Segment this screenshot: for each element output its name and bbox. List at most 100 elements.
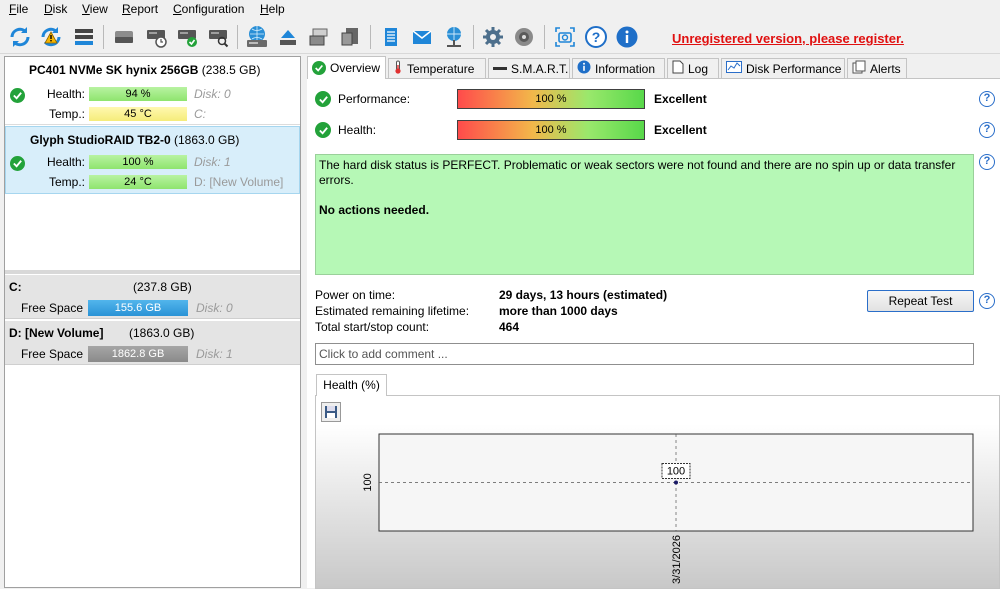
health-bar: 100 % (457, 120, 645, 140)
eject-icon[interactable] (274, 23, 302, 51)
disk-list-icon[interactable] (70, 23, 98, 51)
disk-check-icon[interactable] (173, 23, 201, 51)
status-actions: No actions needed. (319, 203, 430, 217)
refresh-icon[interactable] (6, 23, 34, 51)
repeat-test-button[interactable]: Repeat Test (867, 290, 974, 312)
disk-drive-icon[interactable] (336, 23, 364, 51)
tab-label: Disk Performance (746, 61, 842, 76)
volume-size: (237.8 GB) (133, 280, 192, 294)
temp-label: Temp.: (48, 107, 85, 121)
volume-letter: D: (194, 175, 206, 189)
volume-disk: Disk: 0 (196, 301, 233, 315)
menu-bar: File Disk View Report Configuration Help (0, 0, 1000, 20)
register-link[interactable]: Unregistered version, please register. (672, 31, 904, 46)
temp-bar: 45 °C (89, 107, 187, 121)
disk-search-icon[interactable] (204, 23, 232, 51)
settings-icon[interactable] (479, 23, 507, 51)
comment-input[interactable]: Click to add comment ... (315, 343, 974, 365)
chart-icon (726, 61, 742, 76)
menu-help[interactable]: Help (260, 2, 285, 16)
volume-size: (1863.0 GB) (129, 326, 195, 340)
temp-bar: 24 °C (89, 175, 187, 189)
health-bar: 100 % (89, 155, 187, 169)
hdd-globe-icon[interactable] (243, 23, 271, 51)
disk-volume: D: [New Volume] (194, 175, 283, 189)
toolbar: ? Unregistered version, please register. (0, 20, 1000, 54)
info-icon (577, 60, 591, 77)
tab-information[interactable]: Information (572, 58, 665, 78)
tab-log[interactable]: Log (667, 58, 719, 78)
network-icon[interactable] (440, 23, 468, 51)
data-label: 100 (667, 466, 685, 478)
disk-name: PC401 NVMe SK hynix 256GB (29, 63, 199, 77)
disk-item-selected[interactable]: Glyph StudioRAID TB2-0 (1863.0 GB) Healt… (5, 126, 300, 194)
check-icon (312, 61, 326, 75)
thermometer-icon (393, 60, 403, 77)
tab-label: Information (595, 61, 656, 76)
status-description: The hard disk status is PERFECT. Problem… (319, 158, 956, 187)
help-icon[interactable]: ? (979, 154, 995, 170)
panel-splitter[interactable] (5, 270, 300, 274)
tab-temperature[interactable]: Temperature (388, 58, 486, 78)
svg-text:?: ? (592, 29, 601, 45)
performance-ok-icon (315, 91, 331, 107)
performance-status: Excellent (654, 92, 707, 106)
disk-item[interactable]: PC401 NVMe SK hynix 256GB (238.5 GB) Hea… (5, 57, 300, 125)
menu-file[interactable]: File (9, 2, 28, 16)
info-icon[interactable] (613, 23, 641, 51)
volume-item[interactable]: D: [New Volume] (1863.0 GB) Free Space 1… (5, 321, 300, 365)
tab-label: Log (688, 61, 709, 76)
health-label: Health: (46, 155, 85, 169)
disk-name: Glyph StudioRAID TB2-0 (30, 133, 171, 147)
menu-view[interactable]: View (82, 2, 108, 16)
log-icon (672, 60, 684, 77)
help-icon[interactable]: ? (979, 293, 995, 309)
lifetime-label: Estimated remaining lifetime: (315, 304, 470, 318)
y-tick-label: 100 (362, 473, 374, 491)
help-icon[interactable]: ? (979, 122, 995, 138)
health-status: Excellent (654, 123, 707, 137)
tab-smart[interactable]: S.M.A.R.T. (488, 58, 570, 78)
disk-clock-icon[interactable] (142, 23, 170, 51)
chart-tab-health[interactable]: Health (%) (316, 374, 387, 396)
menu-configuration[interactable]: Configuration (173, 2, 244, 16)
overview-panel: Performance: 100 % Excellent ? Health: 1… (307, 78, 1000, 589)
tab-label: Overview (330, 61, 381, 75)
disk-stack-icon[interactable] (305, 23, 333, 51)
performance-bar: 100 % (457, 89, 645, 109)
tab-alerts[interactable]: Alerts (847, 58, 907, 78)
alerts-icon (852, 60, 866, 77)
speaker-icon[interactable] (510, 23, 538, 51)
menu-disk[interactable]: Disk (44, 2, 67, 16)
disk-title: Glyph StudioRAID TB2-0 (1863.0 GB) (30, 133, 239, 147)
disk-title: PC401 NVMe SK hynix 256GB (238.5 GB) (29, 63, 260, 77)
help-icon[interactable]: ? (979, 91, 995, 107)
volume-disk: Disk: 1 (196, 347, 233, 361)
disk-index: Disk: 0 (194, 87, 231, 101)
disk-gray-icon[interactable] (110, 23, 138, 51)
power-on-value: 29 days, 13 hours (estimated) (499, 288, 668, 302)
refresh-warning-icon[interactable] (37, 23, 65, 51)
tab-label: Alerts (870, 61, 901, 76)
volume-item[interactable]: C: (237.8 GB) Free Space 155.6 GB Disk: … (5, 275, 300, 319)
help-icon[interactable]: ? (582, 23, 610, 51)
screenshot-icon[interactable] (551, 23, 579, 51)
start-stop-value: 464 (499, 320, 520, 334)
tab-bar: Overview Temperature S.M.A.R.T. Informat… (307, 56, 1000, 79)
email-icon[interactable] (408, 23, 436, 51)
smart-icon (493, 62, 507, 76)
volume-name: C: (9, 280, 22, 294)
lifetime-value: more than 1000 days (499, 304, 618, 318)
x-tick-label: 3/31/2026 (671, 535, 683, 584)
disk-list-panel: PC401 NVMe SK hynix 256GB (238.5 GB) Hea… (4, 56, 301, 588)
free-space-label: Free Space (20, 301, 83, 315)
start-stop-label: Total start/stop count: (315, 320, 430, 334)
health-ok-icon (315, 122, 331, 138)
tab-overview[interactable]: Overview (307, 56, 386, 79)
disk-size: (1863.0 GB) (174, 133, 240, 147)
health-label: Health: (46, 87, 85, 101)
menu-report[interactable]: Report (122, 2, 158, 16)
health-chart-panel: 100 3/31/2026 100 (315, 395, 1000, 589)
tab-disk-performance[interactable]: Disk Performance (721, 58, 845, 78)
notepad-icon[interactable] (377, 23, 405, 51)
